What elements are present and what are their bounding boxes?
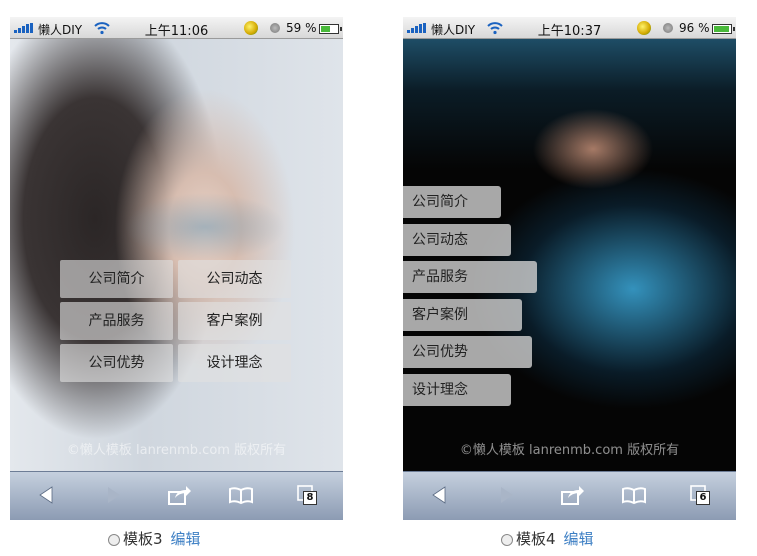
template-3-preview: 懒人DIY 上午11:06 59 % 公司简介 公司动态 产品服务 客户案例 公…: [10, 17, 343, 520]
page-count: 8: [303, 491, 317, 505]
battery-fill: [714, 26, 730, 32]
status-bar: 懒人DIY 上午10:37 96 %: [403, 17, 736, 39]
share-icon[interactable]: [559, 484, 585, 506]
battery-icon: [712, 24, 735, 34]
lock-icon: [270, 23, 280, 33]
menu-products-services[interactable]: 产品服务: [403, 261, 537, 293]
template-3-radio[interactable]: [108, 533, 120, 546]
menu-company-advantages[interactable]: 公司优势: [403, 336, 532, 368]
template-3-label: 模板3: [123, 530, 163, 548]
template-4-caption: 模板4 编辑: [501, 528, 594, 549]
menu-company-news[interactable]: 公司动态: [403, 223, 511, 256]
copyright-watermark: ©懒人模板 lanrenmb.com 版权所有: [459, 443, 680, 458]
menu-client-cases[interactable]: 客户案例: [178, 302, 291, 340]
copyright-watermark: ©懒人模板 lanrenmb.com 版权所有: [66, 443, 287, 458]
nav-grid: 公司简介 公司动态 产品服务 客户案例 公司优势 设计理念: [60, 260, 291, 382]
menu-company-intro[interactable]: 公司简介: [60, 260, 173, 298]
forward-icon[interactable]: [493, 484, 519, 506]
template-4-edit-link[interactable]: 编辑: [564, 530, 594, 548]
bookmarks-icon[interactable]: [228, 484, 254, 506]
share-icon[interactable]: [166, 484, 192, 506]
forward-icon[interactable]: [100, 484, 126, 506]
template-3-caption: 模板3 编辑: [108, 528, 201, 549]
browser-toolbar: 8: [10, 471, 343, 520]
lock-icon: [663, 23, 673, 33]
menu-design-concept[interactable]: 设计理念: [403, 373, 511, 406]
battery-icon: [319, 24, 342, 34]
app-status-icon: [637, 21, 651, 35]
battery-percent: 59 %: [286, 21, 317, 35]
hero-background: 公司简介 公司动态 产品服务 客户案例 公司优势 设计理念 ©懒人模板 lanr…: [403, 39, 736, 472]
bookmarks-icon[interactable]: [621, 484, 647, 506]
hero-background: 公司简介 公司动态 产品服务 客户案例 公司优势 设计理念 ©懒人模板 lanr…: [10, 39, 343, 472]
menu-products-services[interactable]: 产品服务: [60, 302, 173, 340]
battery-percent: 96 %: [679, 21, 710, 35]
menu-company-news[interactable]: 公司动态: [178, 260, 291, 298]
menu-client-cases[interactable]: 客户案例: [403, 298, 522, 331]
app-status-icon: [244, 21, 258, 35]
template-4-label: 模板4: [516, 530, 556, 548]
back-icon[interactable]: [427, 484, 453, 506]
template-4-radio[interactable]: [501, 533, 513, 546]
pages-icon[interactable]: 6: [688, 484, 714, 506]
nav-list: 公司简介 公司动态 产品服务 客户案例 公司优势 设计理念: [403, 186, 537, 411]
browser-toolbar: 6: [403, 471, 736, 520]
menu-company-advantages[interactable]: 公司优势: [60, 344, 173, 382]
template-4-preview: 懒人DIY 上午10:37 96 % 公司简介 公司动态 产品服务 客户案例 公…: [403, 17, 736, 520]
status-bar: 懒人DIY 上午11:06 59 %: [10, 17, 343, 39]
battery-fill: [321, 26, 331, 32]
menu-company-intro[interactable]: 公司简介: [403, 186, 501, 218]
menu-design-concept[interactable]: 设计理念: [178, 344, 291, 382]
back-icon[interactable]: [34, 484, 60, 506]
page-count: 6: [696, 491, 710, 505]
template-3-edit-link[interactable]: 编辑: [171, 530, 201, 548]
pages-icon[interactable]: 8: [295, 484, 321, 506]
